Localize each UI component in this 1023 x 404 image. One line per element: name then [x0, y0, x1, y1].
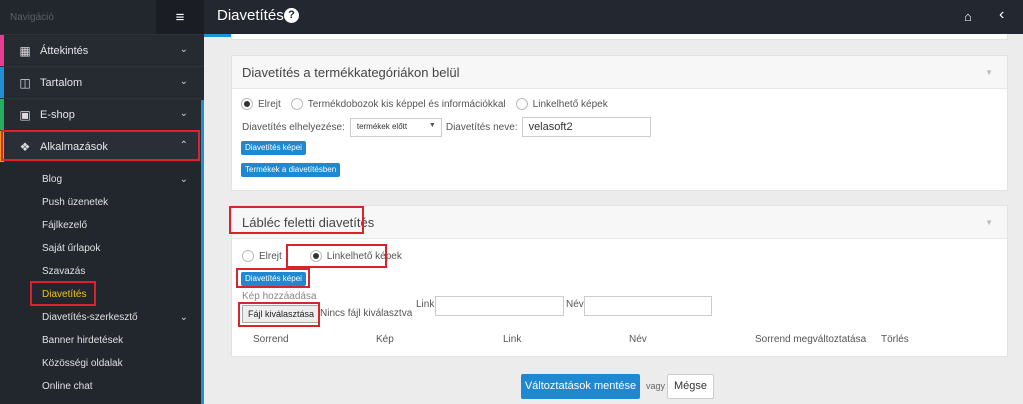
submenu-item-filemanager[interactable]: Fájlkezelő	[0, 214, 204, 237]
submenu-label: Szavazás	[42, 266, 86, 277]
placement-select[interactable]: termékek előtt ▼	[349, 117, 442, 137]
chevron-left-icon[interactable]: ‹	[999, 6, 1004, 24]
name-input[interactable]	[584, 296, 712, 316]
slideshow-name-input[interactable]: velasoft2	[521, 117, 651, 137]
products-in-slideshow-button[interactable]: Termékek a diavetítésben	[241, 163, 341, 177]
hamburger-menu-icon[interactable]: ≡	[156, 0, 204, 34]
submenu-item-forms[interactable]: Saját űrlapok	[0, 237, 204, 260]
chevron-down-icon: ⌄	[179, 44, 188, 55]
submenu-item-push[interactable]: Push üzenetek	[0, 191, 204, 214]
table-header: Név	[629, 334, 647, 345]
submenu-item-slideshow-editor[interactable]: Diavetítés-szerkesztő ⌄	[0, 306, 204, 329]
sidebar: Navigáció ≡ ▦ Áttekintés ⌄ ◫ Tartalom ⌄ …	[0, 0, 204, 404]
chevron-down-icon: ⌄	[179, 108, 188, 119]
save-changes-button[interactable]: Változtatások mentése	[521, 374, 640, 399]
highlight-frame	[236, 268, 310, 288]
radio-product-boxes[interactable]	[290, 98, 303, 110]
menu-stripe	[0, 35, 4, 66]
name-label: Név	[566, 299, 584, 310]
submenu-label: Banner hirdetések	[42, 335, 124, 346]
cancel-button[interactable]: Mégse	[667, 374, 714, 399]
table-header: Kép	[376, 334, 394, 345]
grid-icon: ▦	[19, 43, 31, 58]
no-file-text: Nincs fájl kiválasztva	[320, 308, 413, 319]
book-icon: ◫	[19, 75, 31, 90]
sidebar-item-label: E-shop	[40, 108, 75, 121]
submenu-label: Blog	[42, 174, 63, 185]
submenu-item-blog[interactable]: Blog ⌄	[0, 168, 204, 191]
submenu-label: Push üzenetek	[42, 197, 109, 208]
sidebar-header: Navigáció ≡	[0, 0, 204, 34]
previous-panel-bottom	[231, 34, 1008, 40]
chevron-down-icon: ⌄	[179, 312, 188, 323]
sidebar-item-eshop[interactable]: ▣ E-shop ⌄	[0, 98, 204, 130]
slideshow-images-button[interactable]: Diavetítés képei	[241, 141, 306, 155]
table-header: Link	[503, 334, 522, 345]
caret-down-icon[interactable]: ▼	[985, 218, 993, 227]
dropdown-arrow-icon: ▼	[428, 121, 436, 129]
page-title: Diavetítés	[217, 7, 284, 24]
submenu-label: Közösségi oldalak	[42, 358, 123, 369]
sidebar-title: Navigáció	[10, 11, 54, 23]
radio-label: Elrejt	[258, 98, 281, 110]
chevron-down-icon: ⌄	[179, 174, 188, 185]
submenu-item-banners[interactable]: Banner hirdetések	[0, 329, 204, 352]
highlight-frame	[286, 244, 387, 268]
sidebar-item-tartalom[interactable]: ◫ Tartalom ⌄	[0, 66, 204, 98]
link-input[interactable]	[435, 296, 564, 316]
submenu-label: Fájlkezelő	[42, 220, 88, 231]
select-value: termékek előtt	[356, 121, 408, 131]
radio-label: Elrejt	[259, 250, 282, 262]
table-header: Sorrend megváltoztatása	[755, 334, 867, 345]
placement-row: Diavetítés elhelyezése: termékek előtt ▼…	[242, 117, 651, 137]
menu-stripe	[0, 99, 4, 130]
highlight-frame	[30, 281, 96, 306]
chevron-down-icon: ⌄	[179, 76, 188, 87]
sidebar-item-label: Tartalom	[40, 76, 83, 89]
radio-hide[interactable]	[241, 98, 253, 110]
radio-label: Linkelhető képek	[532, 98, 608, 110]
submenu-item-poll[interactable]: Szavazás	[0, 260, 204, 283]
placement-label: Diavetítés elhelyezése:	[242, 121, 345, 133]
add-image-label: Kép hozzáadása	[242, 291, 317, 302]
sidebar-item-attekintes[interactable]: ▦ Áttekintés ⌄	[0, 34, 204, 66]
submenu-label: Online chat	[42, 381, 93, 392]
radio-hide[interactable]	[242, 250, 254, 262]
table-header: Törlés	[881, 334, 909, 345]
submenu-label: Diavetítés-szerkesztő	[42, 312, 138, 323]
panel-title: Diavetítés a termékkategóriákon belül	[242, 65, 460, 80]
submenu-item-chat[interactable]: Online chat	[0, 375, 204, 398]
submenu-item-social[interactable]: Közösségi oldalak	[0, 352, 204, 375]
menu-stripe	[0, 67, 4, 98]
panel-header[interactable]: Diavetítés a termékkategóriákon belül ▼	[232, 56, 1007, 89]
or-text: vagy	[646, 381, 666, 391]
submenu-label: Saját űrlapok	[42, 243, 101, 254]
table-header: Sorrend	[253, 334, 289, 345]
basket-icon: ▣	[19, 107, 31, 122]
radio-linkable-images[interactable]	[515, 98, 528, 110]
caret-down-icon[interactable]: ▼	[985, 68, 993, 77]
sidebar-item-label: Áttekintés	[40, 44, 89, 57]
help-icon[interactable]: ?	[284, 8, 299, 23]
radio-group: Elrejt Termékdobozok kis képpel és infor…	[241, 98, 618, 110]
name-label: Diavetítés neve:	[445, 121, 518, 133]
sidebar-edge	[201, 100, 204, 404]
radio-label: Termékdobozok kis képpel és információkk…	[307, 98, 506, 110]
link-label: Link	[416, 299, 435, 310]
home-icon[interactable]: ⌂	[964, 9, 972, 24]
highlight-frame	[229, 206, 364, 234]
highlight-frame	[1, 130, 200, 161]
top-header: Diavetítés ? ⌂ ‹	[204, 0, 1023, 34]
highlight-frame	[238, 302, 320, 327]
